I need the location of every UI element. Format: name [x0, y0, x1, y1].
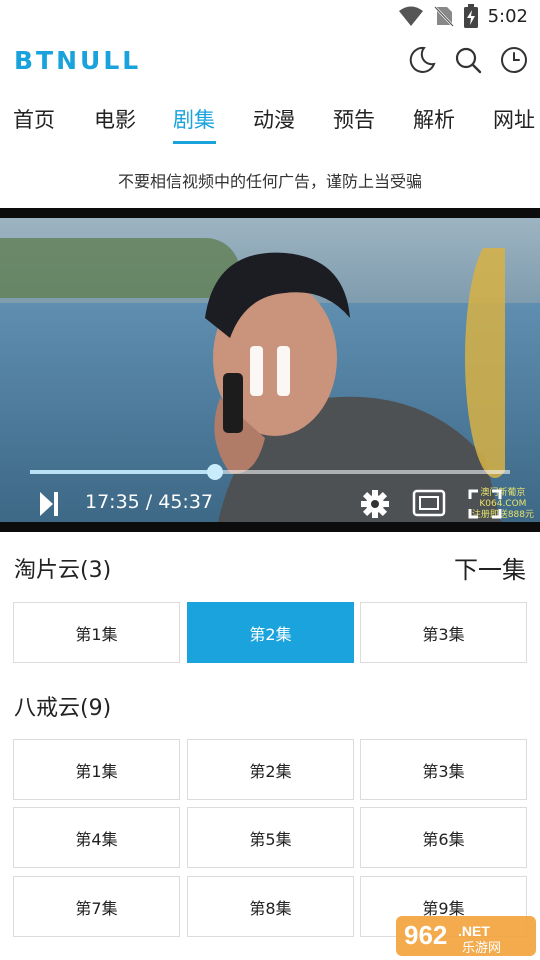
app-logo[interactable]: BTNULL — [14, 46, 141, 75]
episode-button-selected[interactable]: 第2集 — [187, 602, 354, 663]
progress-bar[interactable] — [30, 464, 510, 480]
fullscreen-icon[interactable] — [468, 489, 502, 519]
next-play-icon[interactable] — [38, 490, 60, 518]
settings-gear-icon[interactable] — [360, 489, 390, 519]
pause-button[interactable] — [250, 346, 290, 396]
status-bar: 5:02 — [0, 0, 540, 36]
episode-button[interactable]: 第6集 — [360, 807, 527, 868]
active-tab-indicator — [173, 141, 216, 144]
dark-mode-moon-icon[interactable] — [408, 46, 436, 74]
tab-home[interactable]: 首页 — [13, 104, 55, 134]
source-title-taopianyun: 淘片云(3) — [14, 558, 112, 583]
site-watermark-logo: 962 .NET 乐游网 — [396, 916, 536, 956]
app-header: BTNULL — [0, 36, 540, 92]
episode-button[interactable]: 第1集 — [13, 739, 180, 800]
progress-fill — [30, 470, 215, 474]
tab-urls[interactable]: 网址 — [493, 104, 535, 134]
source-title-bajieyun: 八戒云(9) — [14, 696, 112, 721]
site-badge-sub: 乐游网 — [462, 941, 501, 956]
tab-trailers[interactable]: 预告 — [333, 104, 375, 134]
episode-button[interactable]: 第5集 — [187, 807, 354, 868]
episode-button[interactable]: 第2集 — [187, 739, 354, 800]
episode-button[interactable]: 第8集 — [187, 876, 354, 937]
battery-charging-icon — [463, 4, 478, 28]
episode-button[interactable]: 第3集 — [360, 739, 527, 800]
progress-knob[interactable] — [206, 464, 223, 480]
history-clock-icon[interactable] — [500, 46, 528, 74]
playback-time: 17:35 / 45:37 — [85, 491, 213, 513]
picture-in-picture-icon[interactable] — [412, 489, 446, 517]
episode-button[interactable]: 第4集 — [13, 807, 180, 868]
site-badge-number: 962 — [404, 920, 447, 950]
episode-button[interactable]: 第7集 — [13, 876, 180, 937]
tab-series[interactable]: 剧集 — [173, 104, 215, 134]
video-person-image — [205, 248, 505, 522]
status-time: 5:02 — [487, 5, 528, 27]
wifi-icon — [398, 6, 423, 26]
search-icon[interactable] — [454, 46, 482, 74]
category-tabs: 首页 电影 剧集 动漫 预告 解析 网址 — [0, 92, 540, 150]
episode-button[interactable]: 第3集 — [360, 602, 527, 663]
next-episode-button[interactable]: 下一集 — [454, 550, 526, 585]
no-sim-icon — [433, 6, 454, 27]
ad-warning-notice: 不要相信视频中的任何广告，谨防上当受骗 — [117, 172, 422, 191]
tab-movies[interactable]: 电影 — [94, 104, 136, 134]
tab-parse[interactable]: 解析 — [413, 104, 455, 134]
tab-anime[interactable]: 动漫 — [253, 104, 295, 134]
site-badge-suffix: .NET — [458, 923, 490, 939]
episode-button[interactable]: 第1集 — [13, 602, 180, 663]
